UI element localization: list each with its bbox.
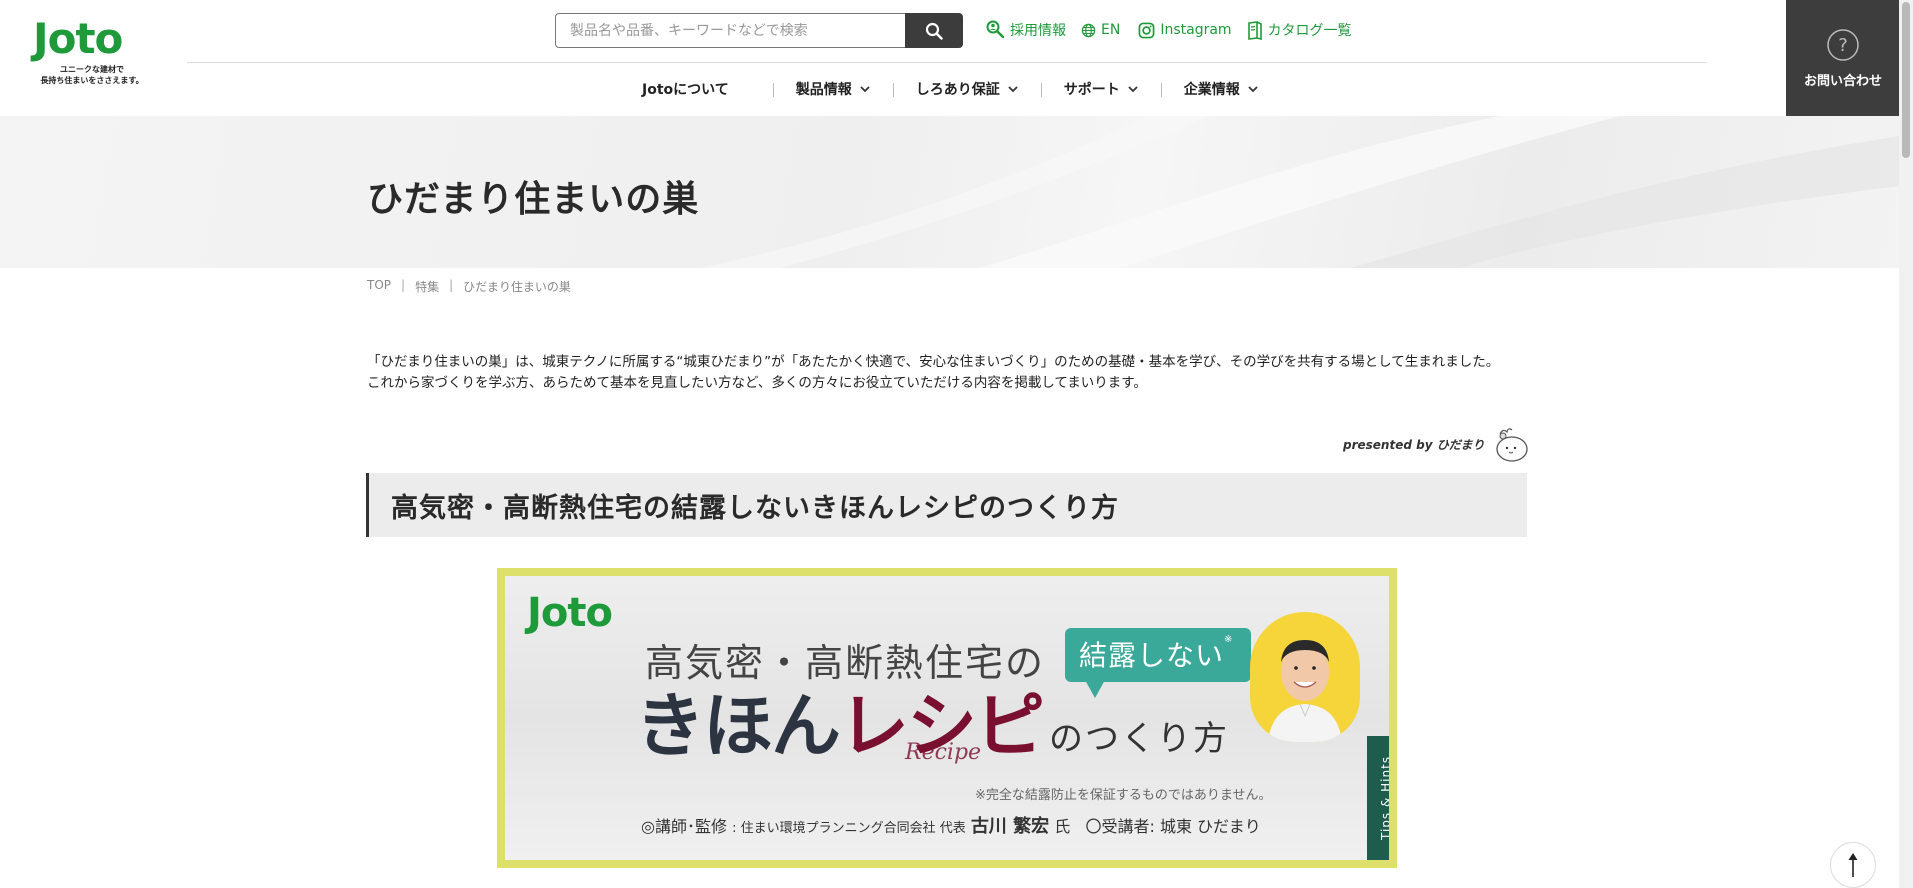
banner-credit-prefix: ◎講師･監修 [641, 817, 727, 836]
breadcrumb-current: ひだまり住まいの巣 [463, 280, 571, 294]
nav-company-label: 企業情報 [1183, 82, 1240, 98]
nav-about[interactable]: Jotoについて [620, 79, 773, 99]
instagram-link-label: Instagram [1160, 22, 1232, 38]
search-input[interactable] [555, 13, 905, 48]
banner-credit-suffix: 氏 [1054, 817, 1071, 836]
breadcrumb-separator: | [449, 278, 454, 292]
hidamari-bird-icon [1496, 428, 1529, 462]
logo-tagline-line1: ユニークな建材で [60, 65, 124, 74]
chevron-down-icon [1248, 85, 1258, 92]
lecturer-portrait [1268, 640, 1342, 742]
site-logo[interactable]: Joto ユニークな建材で 長持ち住まいをささえます。 [33, 18, 163, 88]
nav-support-label: サポート [1063, 82, 1120, 98]
banner-credit-name: 古川 繁宏 [970, 816, 1050, 837]
breadcrumb: TOP | 特集 | ひだまり住まいの巣 [367, 278, 571, 295]
banner-kihon: きほん [635, 685, 841, 767]
intro-paragraph-1: 「ひだまり住まいの巣」は、城東テクノに所属する“城東ひだまり”が「あたたかく快適… [367, 354, 1500, 370]
site-header: Joto ユニークな建材で 長持ち住まいをささえます。 採用情報 [0, 0, 1913, 116]
banner-tsukurikata: のつくり方 [1049, 719, 1229, 759]
recruit-search-icon [986, 20, 1005, 39]
page-title: ひだまり住まいの巣 [367, 179, 700, 220]
global-nav: Jotoについて 製品情報 しろあり保証 サポート 企業情報 [620, 77, 1281, 101]
page-scrollbar[interactable] [1899, 0, 1913, 888]
recruit-link-label: 採用情報 [1010, 23, 1066, 39]
nav-termite-warranty-label: しろあり保証 [915, 82, 1000, 98]
chevron-down-icon [860, 85, 870, 92]
contact-label: お問い合わせ [1803, 73, 1882, 89]
banner-bubble-text: 結露しない [1079, 639, 1225, 672]
hero-background-pattern [700, 116, 1899, 268]
banner-headline-1: 高気密・高断熱住宅の [645, 641, 1046, 685]
instagram-link[interactable]: Instagram [1138, 22, 1232, 39]
scrollbar-thumb[interactable] [1902, 2, 1910, 158]
breadcrumb-top[interactable]: TOP [367, 278, 391, 295]
intro-text: 「ひだまり住まいの巣」は、城東テクノに所属する“城東ひだまり”が「あたたかく快適… [367, 352, 1527, 394]
instagram-icon [1138, 22, 1155, 38]
section-heading: 高気密・高断熱住宅の結露しないきほんレシピのつくり方 [366, 473, 1527, 537]
lecturer-photo [1250, 612, 1360, 742]
question-circle-icon: ? [1827, 28, 1859, 61]
chevron-down-icon [1008, 85, 1018, 92]
chevron-down-icon [1128, 85, 1138, 92]
breadcrumb-separator: | [401, 278, 406, 292]
recipe-banner[interactable]: Joto 高気密・高断熱住宅の 結露しない※ きほんレシピ のつくり方 Recip… [497, 568, 1397, 868]
search-icon [925, 22, 943, 40]
banner-disclaimer: ※完全な結露防止を保証するものではありません。 [975, 788, 1272, 803]
presented-by: presented by ひだまり [1343, 424, 1532, 464]
tips-hints-tab: Tips & Hints [1367, 736, 1389, 860]
search-button[interactable] [905, 13, 963, 48]
header-divider [187, 62, 1707, 63]
banner-bubble-mark: ※ [1224, 634, 1234, 645]
recruit-link[interactable]: 採用情報 [985, 20, 1066, 40]
arrow-up-icon [1848, 853, 1858, 877]
banner-headline-2: きほんレシピ のつくり方 [635, 686, 1229, 779]
intro-paragraph-2: これから家づくりを学ぶ方、あらためて基本を見直したい方など、多くの方々にお役立て… [367, 375, 1147, 391]
search-bar [555, 13, 963, 48]
nav-products-label: 製品情報 [795, 82, 852, 98]
catalog-link-label: カタログ一覧 [1267, 23, 1352, 39]
svg-text:?: ? [1838, 35, 1848, 56]
english-link-label: EN [1101, 22, 1121, 38]
english-link[interactable]: EN [1081, 22, 1120, 38]
banner-credits: ◎講師･監修 : 住まい環境プランニング合同会社 代表 古川 繁宏 氏 〇受講者… [641, 812, 1261, 838]
banner-logo: Joto [527, 590, 613, 636]
banner-content: Joto 高気密・高断熱住宅の 結露しない※ きほんレシピ のつくり方 Recip… [505, 576, 1389, 860]
contact-button[interactable]: ? お問い合わせ [1786, 0, 1900, 116]
catalog-link[interactable]: カタログ一覧 [1247, 20, 1352, 40]
banner-recipe-script: Recipe [905, 740, 982, 765]
logo-tagline-line2: 長持ち住まいをささえます。 [40, 76, 144, 85]
globe-icon [1081, 23, 1096, 37]
logo-tagline: ユニークな建材で 長持ち住まいをささえます。 [33, 64, 151, 86]
logo-wordmark: Joto [33, 14, 123, 63]
nav-products[interactable]: 製品情報 [772, 79, 893, 99]
banner-credit-student: 〇受講者: 城東 ひだまり [1085, 817, 1261, 836]
page-hero: ひだまり住まいの巣 [0, 116, 1899, 268]
nav-about-label: Jotoについて [642, 82, 729, 98]
banner-credit-org: : 住まい環境プランニング合同会社 代表 [732, 821, 966, 836]
catalog-icon [1247, 20, 1262, 40]
breadcrumb-feature[interactable]: 特集 [415, 278, 439, 295]
nav-termite-warranty[interactable]: しろあり保証 [892, 79, 1041, 99]
nav-support[interactable]: サポート [1040, 79, 1161, 99]
banner-speech-bubble: 結露しない※ [1065, 628, 1252, 698]
presented-by-label: presented by ひだまり [1343, 437, 1485, 452]
back-to-top-button[interactable] [1830, 842, 1876, 888]
nav-company[interactable]: 企業情報 [1160, 79, 1281, 99]
utility-links: 採用情報 EN Instagram カタログ一覧 [985, 19, 1367, 41]
